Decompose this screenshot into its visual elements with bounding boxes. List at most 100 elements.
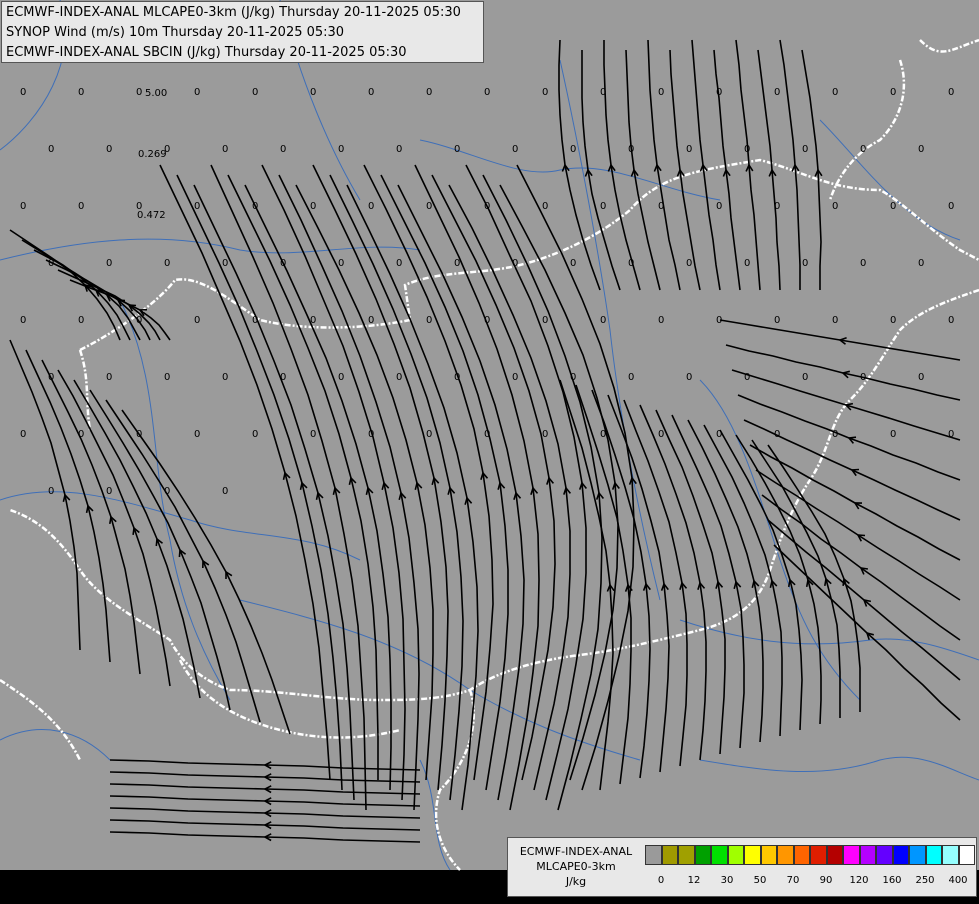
- cape-value-label: 0: [542, 201, 548, 212]
- cape-value-label: 0: [918, 258, 924, 269]
- cape-value-label: 0: [106, 372, 112, 383]
- legend-swatches: [645, 845, 975, 865]
- cape-value-label: 0: [20, 201, 26, 212]
- cape-value-label: 0: [426, 315, 432, 326]
- cape-value-label: 0: [948, 429, 954, 440]
- cape-value-label: 0: [136, 87, 142, 98]
- cape-value-label: 0: [890, 201, 896, 212]
- cape-value-label: 0: [396, 144, 402, 155]
- cape-value-label: 0: [368, 315, 374, 326]
- legend-title: ECMWF-INDEX-ANAL MLCAPE0-3km J/kg: [508, 844, 644, 889]
- cape-value-label: 0: [600, 201, 606, 212]
- cape-value-label: 0: [832, 87, 838, 98]
- cape-value-label: 0: [136, 429, 142, 440]
- cape-value-label: 0: [164, 372, 170, 383]
- cape-value-label: 0: [48, 372, 54, 383]
- legend-swatch: [826, 845, 843, 865]
- cape-value-label: 0: [222, 258, 228, 269]
- cape-value-label: 0: [78, 87, 84, 98]
- cape-value-label: 0: [222, 144, 228, 155]
- cape-value-label: 0: [454, 144, 460, 155]
- cape-value-label: 0: [484, 429, 490, 440]
- cape-value-label: 0: [774, 429, 780, 440]
- legend-tick-label: 70: [786, 875, 800, 886]
- cape-value-label: 0: [368, 429, 374, 440]
- legend-tick-label: 50: [753, 875, 767, 886]
- cape-value-label: 0: [542, 87, 548, 98]
- map-canvas: 0 0 0 0 0 0 0 0 0 0 0 0 0 0 0 0 0 0 0 0 0 0 0 0 0 0 0 0 0 0 0 0 0 0 0 0 0 0 0 0…: [0, 0, 979, 900]
- legend-title-model: ECMWF-INDEX-ANAL: [519, 845, 633, 858]
- cape-value-label: 0: [20, 87, 26, 98]
- cape-value-label: 0: [686, 372, 692, 383]
- cape-value-label: 0: [716, 315, 722, 326]
- cape-value-label: 0: [310, 87, 316, 98]
- cape-value-label: 0: [600, 315, 606, 326]
- map-title-box: ECMWF-INDEX-ANAL MLCAPE0-3km (J/kg) Thur…: [1, 1, 484, 63]
- cape-value-label: 0: [628, 372, 634, 383]
- cape-value-label: 0: [252, 87, 258, 98]
- legend-swatch: [942, 845, 959, 865]
- cape-value-label: 0: [454, 372, 460, 383]
- cape-value-label: 0: [454, 258, 460, 269]
- cape-value-label: 0: [426, 201, 432, 212]
- cape-value-label: 0: [48, 258, 54, 269]
- cape-value-label: 0: [106, 144, 112, 155]
- cape-value-label: 0: [426, 87, 432, 98]
- weather-map: 0 0 0 0 0 0 0 0 0 0 0 0 0 0 0 0 0 0 0 0 0 0 0 0 0 0 0 0 0 0 0 0 0 0 0 0 0 0 0 0…: [0, 0, 979, 900]
- cape-value-label: 0: [890, 429, 896, 440]
- cape-value-label: 0: [48, 486, 54, 497]
- legend-swatch: [760, 845, 777, 865]
- cape-value-label: 0: [774, 87, 780, 98]
- cape-value-label: 0: [368, 87, 374, 98]
- cape-value-label: 0: [542, 429, 548, 440]
- legend-swatch: [661, 845, 678, 865]
- legend-swatch: [843, 845, 860, 865]
- cape-value-label: 0: [20, 315, 26, 326]
- legend-swatch: [925, 845, 942, 865]
- cape-value-label: 0: [716, 201, 722, 212]
- cape-value-label: 0: [918, 372, 924, 383]
- legend-title-unit: J/kg: [565, 875, 587, 888]
- cape-value-label: 0: [600, 429, 606, 440]
- cape-value-label: 0: [512, 144, 518, 155]
- cape-value-label: 0: [78, 201, 84, 212]
- cape-value-label: 0: [948, 87, 954, 98]
- legend-swatch: [711, 845, 728, 865]
- cape-value-label: 0: [686, 258, 692, 269]
- cape-value-label: 0: [252, 315, 258, 326]
- legend-tick-labels: 0 12 30 50 70 90 120 160 250 400: [645, 875, 975, 889]
- title-line-cin: ECMWF-INDEX-ANAL SBCIN (J/kg) Thursday 2…: [6, 45, 407, 60]
- legend-tick-label: 30: [720, 875, 734, 886]
- cape-value-label: 0: [136, 315, 142, 326]
- cape-value-label: 0: [484, 87, 490, 98]
- cape-value-label: 0: [78, 429, 84, 440]
- title-line-wind: SYNOP Wind (m/s) 10m Thursday 20-11-2025…: [6, 25, 345, 40]
- title-line-cape: ECMWF-INDEX-ANAL MLCAPE0-3km (J/kg) Thur…: [6, 5, 461, 20]
- cape-value-label: 0: [426, 429, 432, 440]
- legend-swatch: [810, 845, 827, 865]
- cape-value-label: 0: [280, 372, 286, 383]
- cape-value-label: 0: [396, 372, 402, 383]
- cape-value-label: 0: [106, 258, 112, 269]
- legend-swatch: [892, 845, 909, 865]
- cape-value-label: 0: [658, 315, 664, 326]
- cape-value-label: 0: [948, 315, 954, 326]
- cape-value-label: 0: [658, 429, 664, 440]
- cape-value-label: 0: [628, 144, 634, 155]
- cape-value-label: 0: [860, 144, 866, 155]
- cape-value-label: 0: [658, 87, 664, 98]
- cape-value-label: 0: [542, 315, 548, 326]
- cape-value-label: 0: [484, 201, 490, 212]
- cape-value-label: 0: [78, 315, 84, 326]
- cape-value-label: 0: [164, 486, 170, 497]
- cape-value-label: 0: [20, 429, 26, 440]
- cape-value-label: 0: [802, 258, 808, 269]
- cape-value-label: 0: [368, 201, 374, 212]
- cape-value-label: 0: [600, 87, 606, 98]
- cape-value-label: 0: [194, 429, 200, 440]
- legend-swatch: [645, 845, 662, 865]
- cape-value-label: 0: [310, 429, 316, 440]
- cape-value-label: 0: [280, 144, 286, 155]
- cape-value-label: 0: [744, 258, 750, 269]
- legend-swatch: [777, 845, 794, 865]
